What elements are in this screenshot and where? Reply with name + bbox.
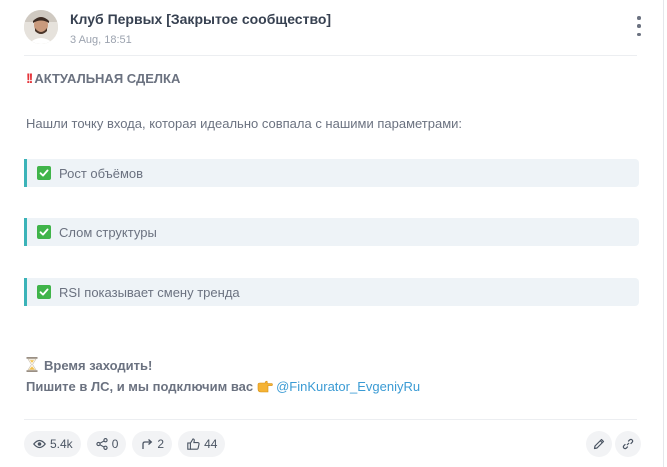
headline-text: АКТУАЛЬНАЯ СДЕЛКА: [34, 70, 181, 86]
post-intro: Нашли точку входа, которая идеально совп…: [26, 116, 463, 131]
double-exclamation-icon: !!: [26, 70, 33, 86]
link-icon: [622, 438, 634, 450]
post-actions: 5.4k 0 2 44: [24, 431, 226, 457]
point-item: Рост объёмов: [24, 159, 639, 187]
avatar[interactable]: [24, 10, 58, 44]
share-icon: [96, 438, 108, 450]
edit-button[interactable]: [586, 431, 612, 457]
thumbs-up-icon: [187, 438, 200, 450]
point-item: Слом структуры: [24, 218, 639, 246]
point-text: RSI показывает смену тренда: [59, 284, 240, 300]
point-text: Рост объёмов: [59, 165, 144, 181]
share-button[interactable]: 0: [86, 431, 127, 457]
views-counter[interactable]: 5.4k: [24, 431, 81, 457]
footer-divider: [24, 419, 637, 420]
pencil-icon: [593, 438, 605, 450]
pointing-hand-icon: [257, 380, 273, 396]
likes-count: 44: [204, 437, 218, 451]
forward-button[interactable]: 2: [132, 431, 173, 457]
point-text: Слом структуры: [59, 224, 157, 240]
hourglass-icon: [26, 357, 38, 375]
views-count: 5.4k: [50, 437, 73, 451]
contact-text: Пишите в ЛС, и мы подключим вас: [26, 379, 254, 394]
channel-title[interactable]: Клуб Первых [Закрытое сообщество]: [70, 11, 331, 27]
more-vertical-icon[interactable]: [633, 16, 645, 36]
post-headline: !! АКТУАЛЬНАЯ СДЕЛКА: [26, 70, 637, 86]
header-divider: [24, 55, 637, 56]
check-box-icon: [37, 285, 51, 299]
forwards-count: 2: [157, 437, 165, 451]
check-box-icon: [37, 225, 51, 239]
eye-icon: [33, 439, 46, 449]
copy-link-button[interactable]: [615, 431, 641, 457]
forward-icon: [142, 439, 153, 449]
cta-text: Время заходить!: [44, 358, 153, 373]
check-box-icon: [37, 166, 51, 180]
call-to-action: Время заходить!: [26, 357, 637, 375]
shares-count: 0: [111, 437, 119, 451]
like-button[interactable]: 44: [178, 431, 226, 457]
contact-link[interactable]: @FinKurator_EvgeniyRu: [276, 379, 420, 394]
point-item: RSI показывает смену тренда: [24, 278, 639, 306]
post-header: Клуб Первых [Закрытое сообщество] 3 Aug,…: [24, 10, 643, 50]
post-date: 3 Aug, 18:51: [70, 34, 132, 46]
post-card: Клуб Первых [Закрытое сообщество] 3 Aug,…: [0, 0, 664, 467]
contact-line: Пишите в ЛС, и мы подключим вас @FinKura…: [26, 379, 637, 396]
